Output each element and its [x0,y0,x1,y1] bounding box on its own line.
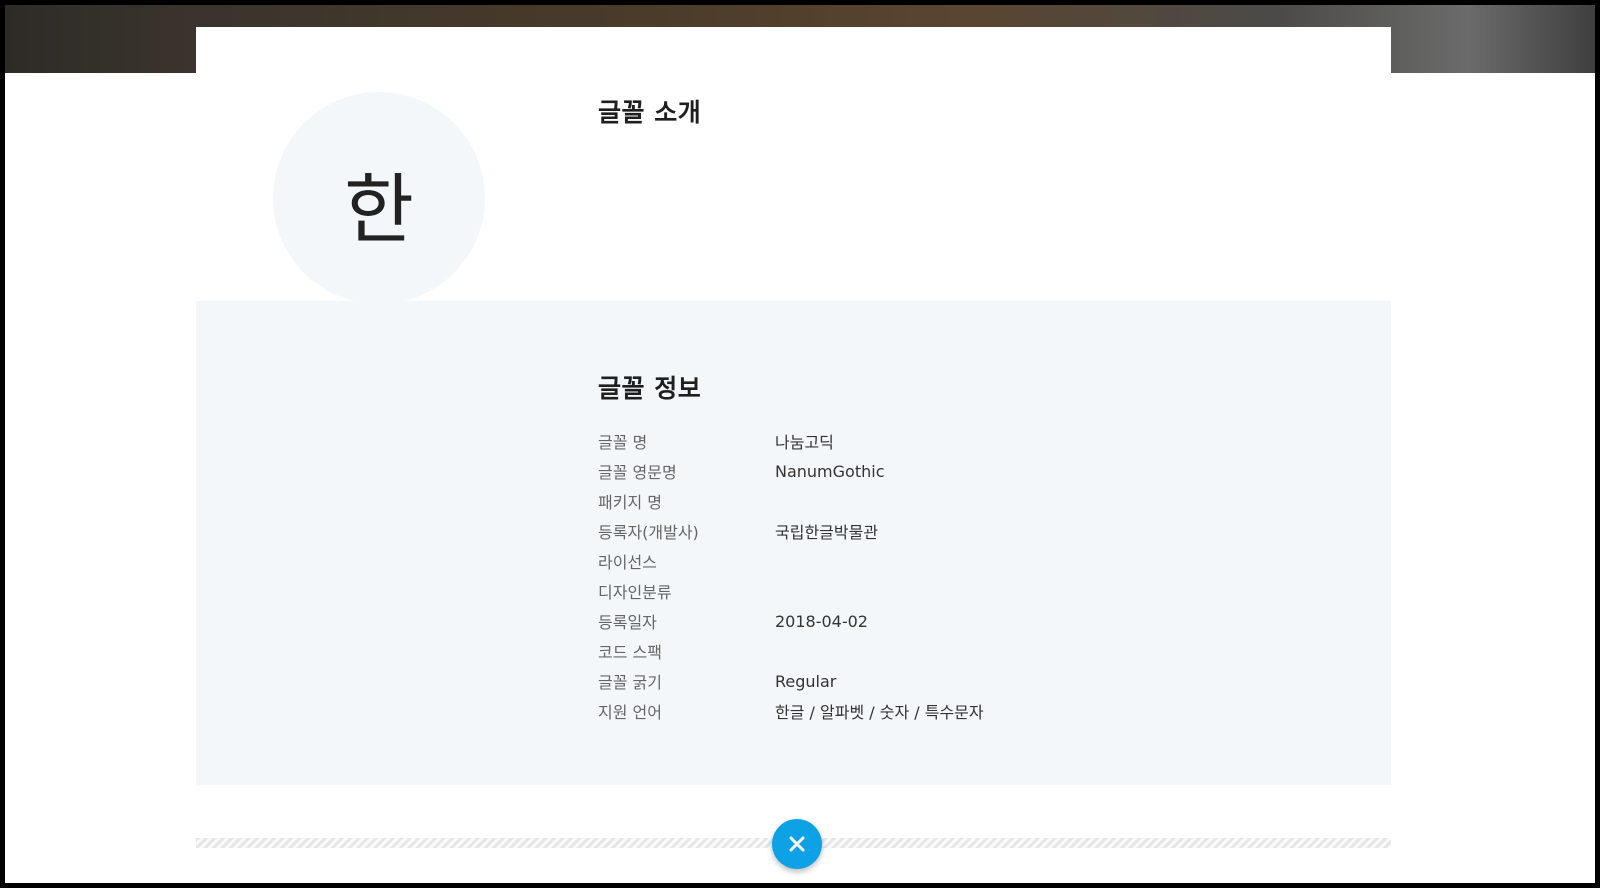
info-row-registrant: 등록자(개발사) 국립한글박물관 [598,516,984,546]
info-label: 글꼴 영문명 [598,463,677,482]
info-row-package-name: 패키지 명 [598,486,984,516]
info-label: 라이선스 [598,553,657,572]
font-info-table: 글꼴 명 나눔고딕 글꼴 영문명 NanumGothic 패키지 명 등록자(개… [598,426,984,726]
glyph-preview-circle: 한 [273,92,485,304]
glyph-preview-char: 한 [344,165,414,254]
info-row-font-name: 글꼴 명 나눔고딕 [598,426,984,456]
info-row-code-spec: 코드 스팩 [598,636,984,666]
info-label: 글꼴 굵기 [598,673,662,692]
intro-title: 글꼴 소개 [598,98,702,127]
info-value: NanumGothic [775,461,885,481]
info-value: 국립한글박물관 [775,523,879,542]
info-value: Regular [775,671,837,691]
info-label: 지원 언어 [598,703,662,722]
page-frame: 한 글꼴 소개 글꼴 정보 글꼴 명 나눔고딕 글꼴 영문명 NanumGoth… [5,5,1595,883]
info-title: 글꼴 정보 [598,374,702,403]
info-label: 코드 스팩 [598,643,662,662]
info-row-registration-date: 등록일자 2018-04-02 [598,606,984,636]
info-label: 글꼴 명 [598,433,648,452]
info-label: 등록일자 [598,613,657,632]
info-value: 나눔고딕 [775,433,834,452]
close-button[interactable] [772,819,822,869]
info-row-english-name: 글꼴 영문명 NanumGothic [598,456,984,486]
info-value: 2018-04-02 [775,611,868,631]
info-value: 한글 / 알파벳 / 숫자 / 특수문자 [775,703,984,722]
info-label: 등록자(개발사) [598,523,699,542]
info-row-design-category: 디자인분류 [598,576,984,606]
close-icon [788,835,806,853]
info-row-license: 라이선스 [598,546,984,576]
info-label: 패키지 명 [598,493,662,512]
info-label: 디자인분류 [598,583,672,602]
info-row-font-weight: 글꼴 굵기 Regular [598,666,984,696]
info-row-supported-languages: 지원 언어 한글 / 알파벳 / 숫자 / 특수문자 [598,696,984,726]
